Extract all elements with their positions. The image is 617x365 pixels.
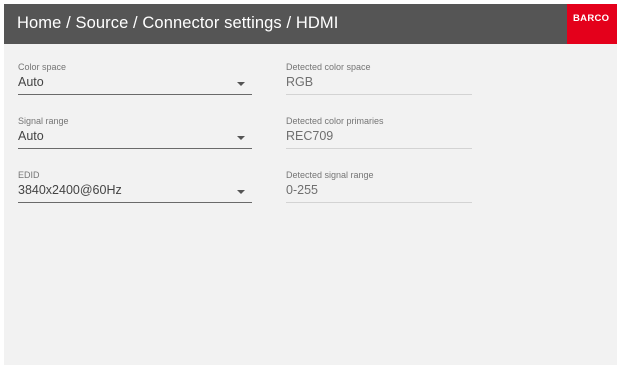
edid-label: EDID [18, 170, 40, 180]
detected-color-space-value: RGB [286, 75, 314, 89]
detected-color-space-underline [286, 94, 472, 95]
edid-underline [18, 202, 252, 203]
detected-signal-range-value: 0-255 [286, 183, 318, 197]
detected-signal-range-label: Detected signal range [286, 170, 374, 180]
barco-logo: BARCO [567, 4, 617, 44]
color-space-label: Color space [18, 62, 67, 72]
detected-color-primaries-label: Detected color primaries [286, 116, 384, 126]
edid-value: 3840x2400@60Hz [18, 183, 122, 197]
caret-down-icon [237, 82, 245, 86]
color-space-underline [18, 94, 252, 95]
detected-color-primaries-value: REC709 [286, 129, 334, 143]
caret-down-icon [237, 136, 245, 140]
signal-range-underline [18, 148, 252, 149]
detected-color-space-label: Detected color space [286, 62, 371, 72]
breadcrumb: Home / Source / Connector settings / HDM… [17, 14, 339, 32]
color-space-value: Auto [18, 75, 44, 89]
signal-range-value: Auto [18, 129, 44, 143]
detected-color-primaries-underline [286, 148, 472, 149]
caret-down-icon [237, 190, 245, 194]
detected-signal-range-underline [286, 202, 472, 203]
header-bar: Home / Source / Connector settings / HDM… [4, 4, 617, 44]
app-frame: Home / Source / Connector settings / HDM… [4, 4, 617, 365]
logo-text: BARCO [573, 13, 610, 24]
signal-range-label: Signal range [18, 116, 69, 126]
